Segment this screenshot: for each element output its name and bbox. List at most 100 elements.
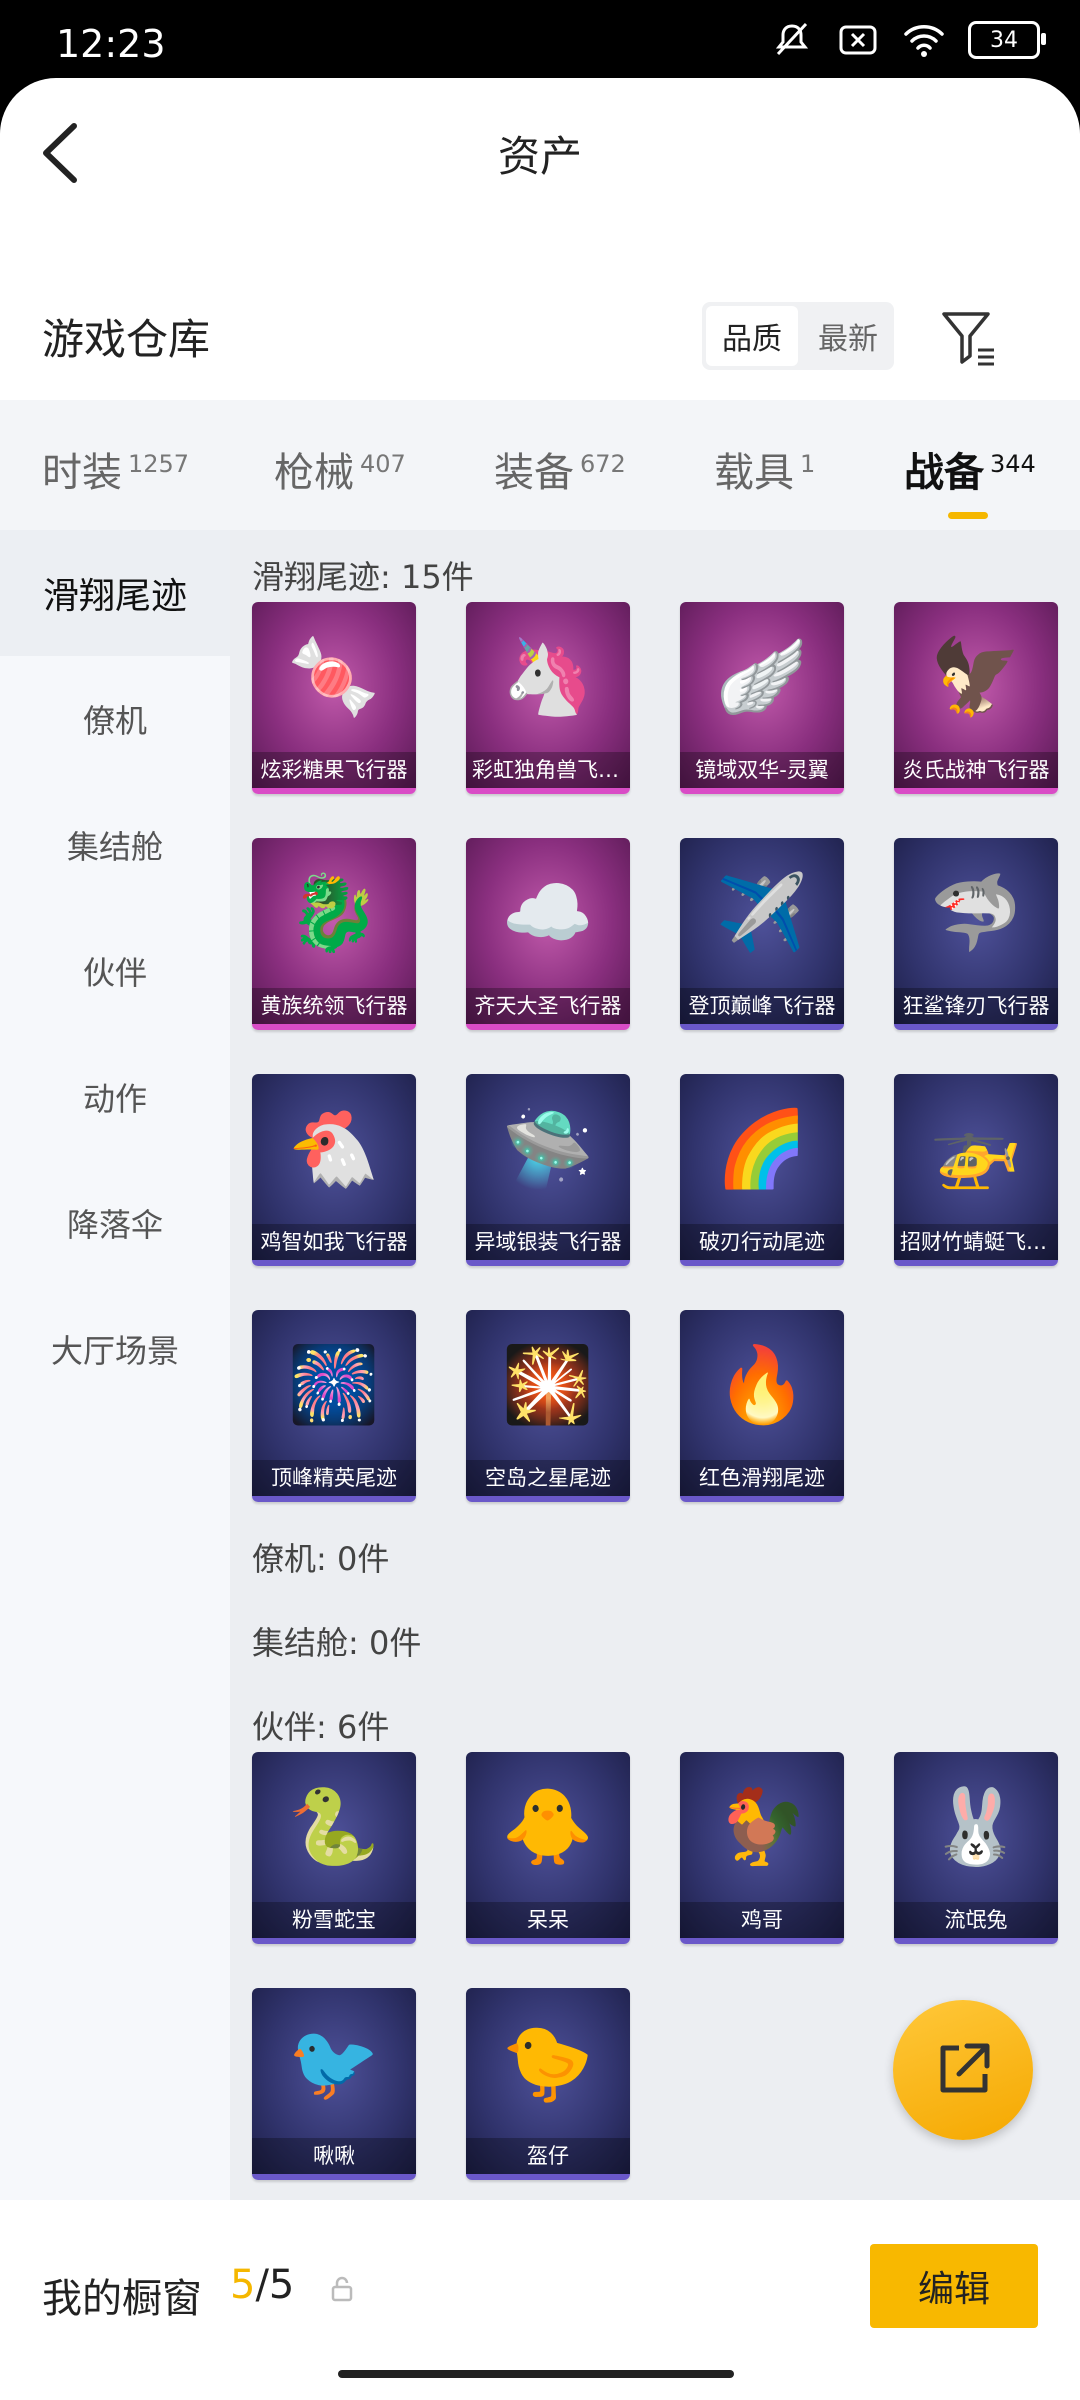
sidebar-item-emote[interactable]: 动作 <box>0 1034 230 1160</box>
item-card[interactable]: 🪽 镜域双华-灵翼 <box>680 602 844 794</box>
item-art: 🐥 <box>501 1783 595 1870</box>
item-card[interactable]: ✈️ 登顶巅峰飞行器 <box>680 838 844 1030</box>
warehouse-title: 游戏仓库 <box>42 315 211 364</box>
item-card[interactable]: 🌈 破刃行动尾迹 <box>680 1074 844 1266</box>
item-name: 齐天大圣飞行器 <box>466 988 630 1024</box>
item-art: ✈️ <box>715 869 809 956</box>
item-art: 🔥 <box>715 1341 809 1428</box>
sidebar-item-wingman[interactable]: 僚机 <box>0 656 230 782</box>
section-title-wingman: 僚机: 0件 <box>252 1540 390 1578</box>
item-art: 🐦 <box>287 2019 381 2106</box>
subcategory-sidebar: 滑翔尾迹 僚机 集结舱 伙伴 动作 降落伞 大厅场景 <box>0 530 230 2220</box>
item-art: 🦅 <box>929 633 1023 720</box>
item-art: 🐍 <box>287 1783 381 1870</box>
item-name: 鸡哥 <box>680 1902 844 1938</box>
item-card[interactable]: 🍬 炫彩糖果飞行器 <box>252 602 416 794</box>
item-art: ☁️ <box>501 869 595 956</box>
item-grid: 滑翔尾迹: 15件 🍬 炫彩糖果飞行器 🦄 彩虹独角兽飞行器 🪽 镜域双华-灵翼 🦅 炎氏战神… <box>230 530 1080 2210</box>
no-sim-icon <box>836 20 880 60</box>
item-name: 空岛之星尾迹 <box>466 1460 630 1496</box>
sort-toggle: 品质 最新 <box>702 302 894 370</box>
lock-icon <box>330 2276 354 2302</box>
share-fab[interactable] <box>893 2000 1033 2140</box>
section-title-partner: 伙伴: 6件 <box>252 1708 390 1746</box>
battery-icon: 34 <box>968 21 1046 59</box>
item-art: 🐓 <box>715 1783 809 1870</box>
item-card[interactable]: 🛸 异域银装飞行器 <box>466 1074 630 1266</box>
item-name: 镜域双华-灵翼 <box>680 752 844 788</box>
sidebar-item-parachute[interactable]: 降落伞 <box>0 1160 230 1286</box>
item-card[interactable]: 🐤 盔仔 <box>466 1988 630 2180</box>
wifi-icon <box>902 20 946 60</box>
item-name: 盔仔 <box>466 2138 630 2174</box>
edit-button[interactable]: 编辑 <box>870 2244 1038 2328</box>
item-art: 🚁 <box>929 1105 1023 1192</box>
filter-icon[interactable] <box>938 302 1000 370</box>
item-name: 呆呆 <box>466 1902 630 1938</box>
item-name: 狂鲨锋刃飞行器 <box>894 988 1058 1024</box>
item-art: 🐔 <box>287 1105 381 1192</box>
section-title-capsule: 集结舱: 0件 <box>252 1624 422 1662</box>
warehouse-row: 游戏仓库 品质 最新 <box>0 280 1080 400</box>
item-card[interactable]: 🐍 粉雪蛇宝 <box>252 1752 416 1944</box>
sidebar-item-capsule[interactable]: 集结舱 <box>0 782 230 908</box>
showcase-count: 5/5 <box>230 2262 295 2308</box>
tab-vehicles[interactable]: 载具 1 <box>714 440 815 498</box>
category-tabs: 时装 1257 枪械 407 装备 672 载具 1 战备 344 <box>0 400 1080 530</box>
sidebar-item-lobby-scene[interactable]: 大厅场景 <box>0 1286 230 1412</box>
status-time: 12:23 <box>56 22 166 66</box>
item-art: 🐰 <box>929 1783 1023 1870</box>
item-card[interactable]: 🐉 黄族统领飞行器 <box>252 838 416 1030</box>
item-card[interactable]: 🚁 招财竹蜻蜓飞行器 <box>894 1074 1058 1266</box>
item-card[interactable]: 🐔 鸡智如我飞行器 <box>252 1074 416 1266</box>
item-name: 炫彩糖果飞行器 <box>252 752 416 788</box>
tab-equipment[interactable]: 装备 672 <box>494 440 626 498</box>
item-name: 流氓兔 <box>894 1902 1058 1938</box>
item-name: 炎氏战神飞行器 <box>894 752 1058 788</box>
item-card[interactable]: 🎆 顶峰精英尾迹 <box>252 1310 416 1502</box>
external-link-icon <box>940 2043 990 2093</box>
item-art: 🐤 <box>501 2019 595 2106</box>
section-title-glide: 滑翔尾迹: 15件 <box>252 558 474 596</box>
item-art: 🦈 <box>929 869 1023 956</box>
tab-firearms[interactable]: 枪械 407 <box>274 440 406 498</box>
status-icons: 34 <box>770 20 1046 60</box>
item-art: 🌈 <box>715 1105 809 1192</box>
item-art: 🦄 <box>501 633 595 720</box>
sort-latest-button[interactable]: 最新 <box>802 302 894 370</box>
tab-battle-gear[interactable]: 战备 344 <box>904 440 1036 498</box>
item-card[interactable]: 🔥 红色滑翔尾迹 <box>680 1310 844 1502</box>
mute-icon <box>770 20 814 60</box>
header: 资产 <box>0 78 1080 228</box>
item-card[interactable]: 🐥 呆呆 <box>466 1752 630 1944</box>
item-art: 🛸 <box>501 1105 595 1192</box>
item-name: 红色滑翔尾迹 <box>680 1460 844 1496</box>
sidebar-item-glide-trail[interactable]: 滑翔尾迹 <box>0 530 230 656</box>
item-name: 破刃行动尾迹 <box>680 1224 844 1260</box>
item-card[interactable]: 🐦 啾啾 <box>252 1988 416 2180</box>
item-name: 啾啾 <box>252 2138 416 2174</box>
item-name: 黄族统领飞行器 <box>252 988 416 1024</box>
item-card[interactable]: 🐓 鸡哥 <box>680 1752 844 1944</box>
item-art: 🪽 <box>715 633 809 720</box>
sort-quality-button[interactable]: 品质 <box>706 306 798 366</box>
item-art: 🎇 <box>501 1341 595 1428</box>
item-name: 异域银装飞行器 <box>466 1224 630 1260</box>
item-art: 🎆 <box>287 1341 381 1428</box>
item-card[interactable]: 🎇 空岛之星尾迹 <box>466 1310 630 1502</box>
item-art: 🐉 <box>287 869 381 956</box>
item-card[interactable]: 🐰 流氓兔 <box>894 1752 1058 1944</box>
item-name: 鸡智如我飞行器 <box>252 1224 416 1260</box>
item-card[interactable]: 🦅 炎氏战神飞行器 <box>894 602 1058 794</box>
item-name: 粉雪蛇宝 <box>252 1902 416 1938</box>
item-card[interactable]: 🦄 彩虹独角兽飞行器 <box>466 602 630 794</box>
showcase-label: 我的橱窗 <box>42 2276 202 2322</box>
item-card[interactable]: ☁️ 齐天大圣飞行器 <box>466 838 630 1030</box>
page-title: 资产 <box>497 132 582 181</box>
status-bar: 12:23 34 <box>0 0 1080 80</box>
item-card[interactable]: 🦈 狂鲨锋刃飞行器 <box>894 838 1058 1030</box>
item-name: 招财竹蜻蜓飞行器 <box>894 1224 1058 1260</box>
home-indicator <box>338 2370 734 2378</box>
tab-fashion[interactable]: 时装 1257 <box>42 440 189 498</box>
sidebar-item-partner[interactable]: 伙伴 <box>0 908 230 1034</box>
